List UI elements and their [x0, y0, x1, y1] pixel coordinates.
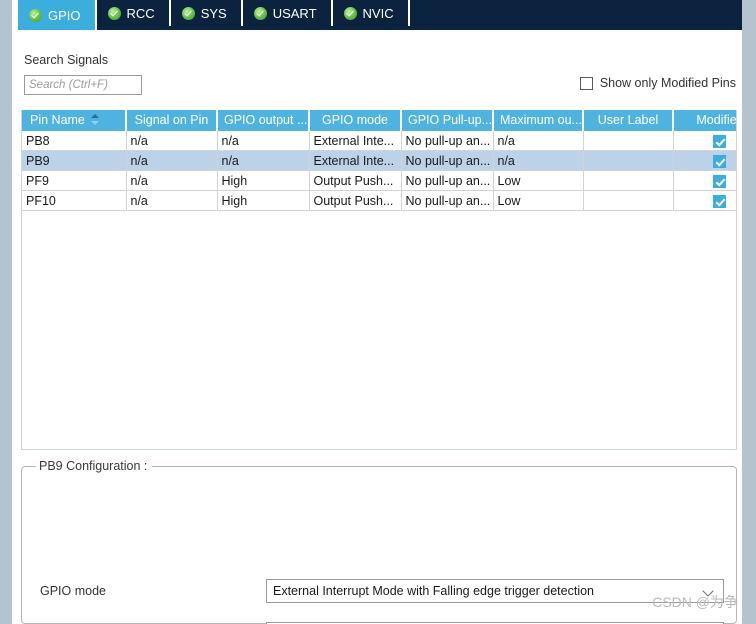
column-header-signal-on-pin[interactable]: Signal on Pin	[126, 110, 218, 131]
cell-user-label[interactable]	[583, 150, 674, 171]
tab-rcc[interactable]: RCC	[96, 0, 171, 26]
checkbox-checked-icon	[713, 194, 727, 208]
tab-sys[interactable]: SYS	[170, 0, 243, 26]
column-header-user-label[interactable]: User Label	[583, 110, 674, 131]
cell-maximum-output: Low	[493, 190, 584, 211]
cell-modified	[673, 150, 736, 171]
gpio-mode-row: GPIO mode External Interrupt Mode with F…	[22, 578, 736, 604]
checkbox-checked-icon	[713, 154, 727, 168]
panel-content: Search Signals Show only Modified Pins	[16, 30, 742, 624]
checkbox-checked-icon	[713, 134, 727, 148]
column-header-gpio-mode[interactable]: GPIO mode	[309, 110, 402, 131]
cell-modified	[673, 190, 736, 211]
check-circle-icon	[253, 6, 267, 20]
pins-table-body: PB8 n/a n/a External Inte... No pull-up …	[22, 130, 736, 211]
cell-gpio-pull: No pull-up an...	[401, 170, 494, 191]
cell-gpio-pull: No pull-up an...	[401, 130, 494, 151]
search-input[interactable]	[24, 75, 142, 95]
column-header-pin-name[interactable]: Pin Name	[22, 110, 127, 131]
check-circle-icon	[107, 6, 121, 20]
cell-pin-name: PB9	[22, 150, 127, 171]
cell-pin-name: PF10	[22, 190, 127, 211]
show-only-modified-pins-label: Show only Modified Pins	[599, 76, 736, 90]
gpio-mode-dropdown[interactable]: External Interrupt Mode with Falling edg…	[266, 579, 724, 603]
column-header-maximum-output[interactable]: Maximum ou...	[493, 110, 584, 131]
pins-table-container[interactable]: Pin Name Signal on Pin GPIO output ... G…	[21, 110, 737, 450]
pins-table: Pin Name Signal on Pin GPIO output ... G…	[22, 110, 736, 211]
cell-gpio-mode: External Inte...	[309, 130, 402, 151]
column-header-label: Pin Name	[30, 113, 85, 127]
cell-gpio-output: High	[217, 190, 310, 211]
cell-pin-name: PF9	[22, 170, 127, 191]
cell-signal-on-pin: n/a	[126, 190, 218, 211]
cell-gpio-mode: Output Push...	[309, 190, 402, 211]
tab-usart[interactable]: USART	[242, 0, 333, 26]
show-only-modified-pins-checkbox[interactable]: Show only Modified Pins	[579, 76, 736, 90]
left-rail	[0, 0, 12, 624]
cell-user-label[interactable]	[583, 130, 674, 151]
cell-signal-on-pin: n/a	[126, 150, 218, 171]
check-circle-icon	[29, 8, 42, 22]
column-header-gpio-pull-up[interactable]: GPIO Pull-up...	[401, 110, 494, 131]
cell-gpio-output: High	[217, 170, 310, 191]
gpio-mode-value: External Interrupt Mode with Falling edg…	[273, 584, 595, 598]
cell-gpio-output: n/a	[217, 130, 310, 151]
chevron-down-icon[interactable]	[703, 585, 715, 597]
cell-signal-on-pin: n/a	[126, 170, 218, 191]
gpio-mode-label: GPIO mode	[40, 584, 106, 598]
cell-maximum-output: n/a	[493, 130, 584, 151]
cell-signal-on-pin: n/a	[126, 130, 218, 151]
table-header-row: Pin Name Signal on Pin GPIO output ... G…	[22, 110, 736, 131]
right-rail	[742, 0, 756, 624]
checkbox-checked-icon	[713, 174, 727, 188]
cell-user-label[interactable]	[583, 170, 674, 191]
tab-label: USART	[272, 5, 317, 21]
checkbox-unchecked-icon[interactable]	[579, 76, 593, 90]
cell-pin-name: PB8	[22, 130, 127, 151]
tab-gpio[interactable]: GPIO	[16, 0, 97, 30]
check-circle-icon	[181, 6, 195, 20]
configuration-group-legend: PB9 Configuration :	[36, 459, 153, 473]
cell-gpio-output: n/a	[217, 150, 310, 171]
cell-gpio-mode: External Inte...	[309, 150, 402, 171]
gpio-configuration-panel: GPIO RCC SYS USART NVIC Search Signals S…	[0, 0, 756, 624]
table-row[interactable]: PB9 n/a n/a External Inte... No pull-up …	[22, 150, 736, 171]
cell-gpio-mode: Output Push...	[309, 170, 402, 191]
tab-label: SYS	[200, 5, 227, 21]
search-signals-label: Search Signals	[24, 53, 109, 67]
cell-gpio-pull: No pull-up an...	[401, 190, 494, 211]
cell-user-label[interactable]	[583, 190, 674, 211]
column-header-gpio-output[interactable]: GPIO output ...	[217, 110, 310, 131]
pin-configuration-group: PB9 Configuration : GPIO mode External I…	[21, 459, 737, 624]
check-circle-icon	[343, 6, 357, 20]
cell-modified	[673, 170, 736, 191]
table-row[interactable]: PF9 n/a High Output Push... No pull-up a…	[22, 170, 736, 191]
table-row[interactable]: PF10 n/a High Output Push... No pull-up …	[22, 190, 736, 211]
peripheral-tabbar: GPIO RCC SYS USART NVIC	[16, 0, 742, 30]
cell-maximum-output: Low	[493, 170, 584, 191]
table-row[interactable]: PB8 n/a n/a External Inte... No pull-up …	[22, 130, 736, 151]
tab-label: NVIC	[362, 5, 394, 21]
cell-gpio-pull: No pull-up an...	[401, 150, 494, 171]
tab-label: RCC	[126, 5, 155, 21]
cell-modified	[673, 130, 736, 151]
cell-maximum-output: n/a	[493, 150, 584, 171]
sort-indicator-icon[interactable]	[90, 113, 100, 126]
tab-nvic[interactable]: NVIC	[332, 0, 410, 26]
column-header-modified[interactable]: Modified	[673, 110, 736, 131]
tab-label: GPIO	[48, 7, 81, 23]
